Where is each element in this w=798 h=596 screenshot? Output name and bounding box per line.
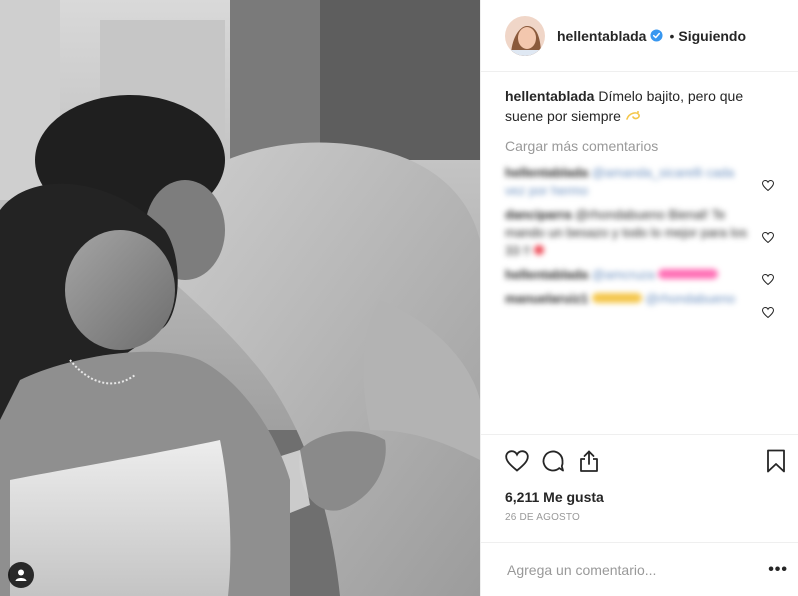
comments-section: hellentablada Dímelo bajito, pero que su… <box>481 72 798 434</box>
list-item: hellentablada @amcruza <box>505 266 782 284</box>
like-comment-heart-icon[interactable] <box>762 232 774 243</box>
clap-emoji-icon <box>591 293 642 303</box>
like-button[interactable] <box>505 449 529 472</box>
tagged-users-button[interactable] <box>8 562 34 588</box>
comment-button[interactable] <box>541 449 565 473</box>
like-comment-heart-icon[interactable] <box>762 180 774 191</box>
load-more-comments[interactable]: Cargar más comentarios <box>505 138 782 154</box>
post-sidebar: hellentablada • Siguiendo hellentablada … <box>480 0 798 596</box>
comment-author[interactable]: hellentablada <box>505 165 588 180</box>
couple-photo <box>0 0 480 596</box>
person-icon <box>15 569 27 581</box>
bookmark-icon <box>767 449 785 472</box>
pink-hearts-icon <box>658 269 719 279</box>
heart-emoji-icon <box>533 245 544 255</box>
comment-author[interactable]: hellentablada <box>505 267 588 282</box>
list-item: hellentablada @amanda_sicarelli cada vez… <box>505 164 782 200</box>
comment-list: hellentablada @amanda_sicarelli cada vez… <box>505 164 782 318</box>
comment-text: @rhondabueno <box>645 291 736 306</box>
more-options-button[interactable]: ••• <box>768 561 788 579</box>
action-bar <box>481 434 798 486</box>
comment-input[interactable] <box>505 560 769 579</box>
profile-picture <box>505 15 545 56</box>
like-comment-heart-icon[interactable] <box>762 307 774 318</box>
share-button[interactable] <box>577 449 601 473</box>
header-separator: • <box>669 27 675 44</box>
dizzy-icon <box>626 111 640 120</box>
caption: hellentablada Dímelo bajito, pero que su… <box>505 86 774 126</box>
list-item: manuelaruiz1 @rhondabueno <box>505 290 782 308</box>
save-button[interactable] <box>766 449 786 473</box>
like-comment-heart-icon[interactable] <box>762 274 774 285</box>
post-date[interactable]: 26 de agosto <box>481 512 798 528</box>
following-button[interactable]: Siguiendo <box>678 28 746 44</box>
like-count[interactable]: 6,211 Me gusta <box>481 486 798 508</box>
post-header: hellentablada • Siguiendo <box>481 0 798 72</box>
comment-text: @amcruza <box>591 267 655 282</box>
post-photo[interactable] <box>0 0 480 596</box>
verified-badge-icon <box>650 29 664 42</box>
share-icon <box>580 450 598 472</box>
avatar[interactable] <box>505 15 545 56</box>
header-username[interactable]: hellentablada <box>557 28 646 44</box>
add-comment-bar: ••• <box>481 542 798 596</box>
instagram-post: hellentablada • Siguiendo hellentablada … <box>0 0 798 596</box>
list-item: danciparra @rhondabueno Bienal! Te mando… <box>505 206 782 260</box>
speech-bubble-icon <box>542 450 564 471</box>
caption-username[interactable]: hellentablada <box>505 88 594 104</box>
comment-author[interactable]: danciparra <box>505 207 571 222</box>
comment-author[interactable]: manuelaruiz1 <box>505 291 588 306</box>
heart-icon <box>505 449 529 472</box>
